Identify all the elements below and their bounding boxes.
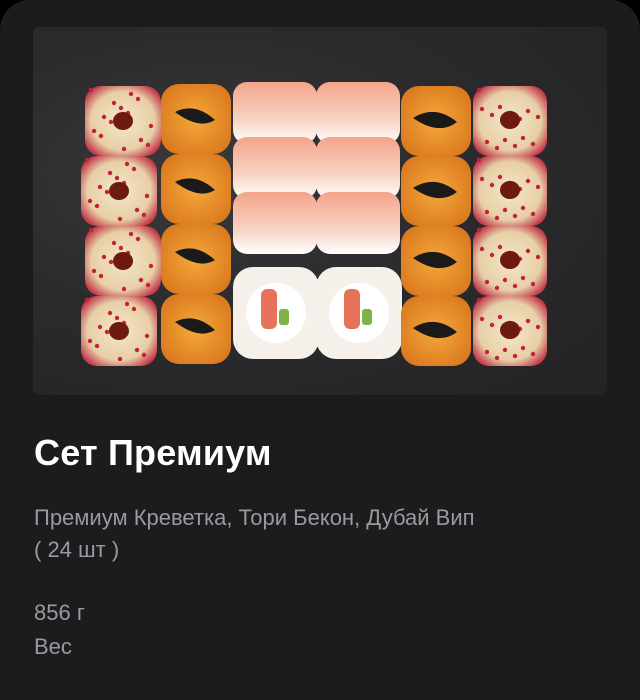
product-description: Премиум Креветка, Тори Бекон, Дубай Вип …: [34, 502, 614, 566]
product-title: Сет Премиум: [34, 432, 272, 473]
product-weight-label: Вес: [34, 634, 72, 659]
product-card: Сет Премиум Премиум Креветка, Тори Бекон…: [0, 0, 640, 700]
sushi-set-illustration: [81, 82, 547, 366]
product-piece-count: ( 24 шт ): [34, 537, 120, 562]
product-image: [33, 27, 607, 395]
product-weight-value: 856 г: [34, 600, 85, 625]
product-composition: Премиум Креветка, Тори Бекон, Дубай Вип: [34, 505, 475, 530]
